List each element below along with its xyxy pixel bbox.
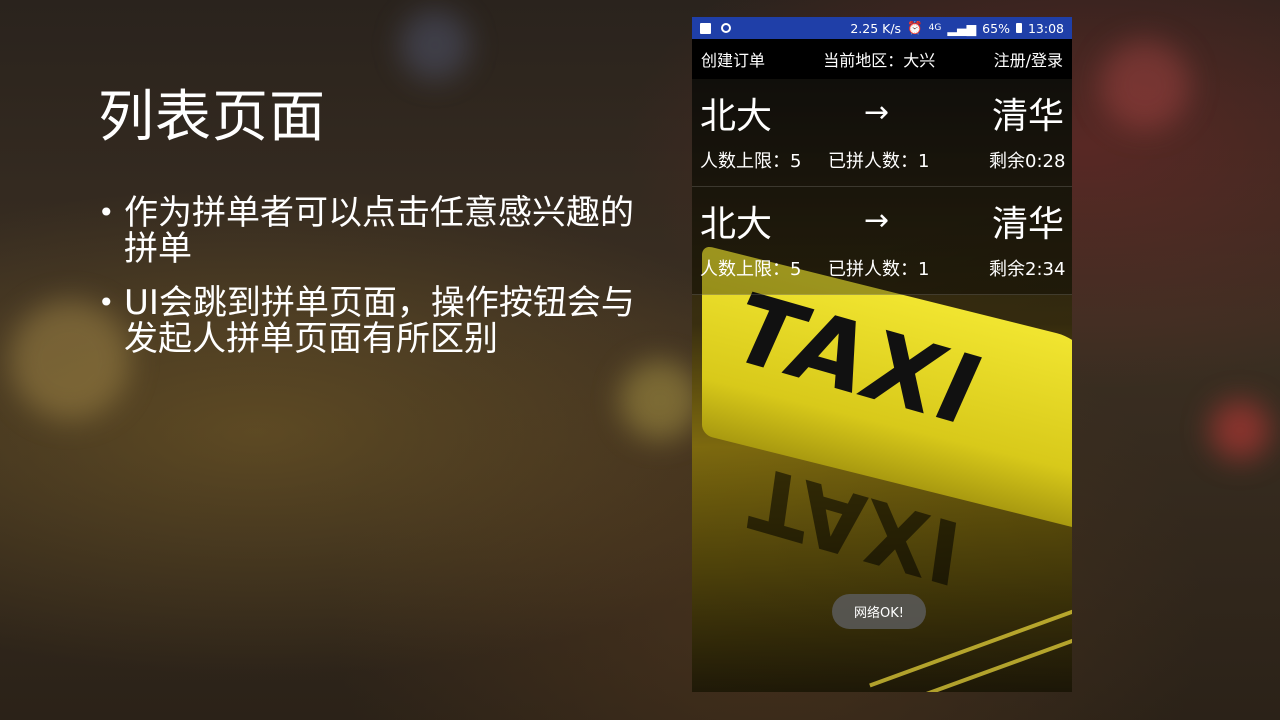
bullet-dot-icon: • [98, 286, 115, 319]
bullet-item: • 作为拼单者可以点击任意感兴趣的拼单 [98, 195, 658, 267]
arrow-right-icon: → [864, 203, 890, 238]
bullet-text: 作为拼单者可以点击任意感兴趣的拼单 [124, 193, 634, 269]
phone-screenshot: 2.25 K/s ⏰ 4G ▂▄▆ 65% 13:08 创建订单 当前地区：大兴… [692, 17, 1072, 692]
app-bar: 创建订单 当前地区：大兴 注册/登录 [692, 39, 1072, 79]
login-button[interactable]: 注册/登录 [994, 47, 1063, 71]
order-item[interactable]: 北大 → 清华 人数上限：5 已拼人数：1 剩余2:34 [692, 187, 1072, 295]
circle-notification-icon [721, 23, 731, 33]
order-item[interactable]: 北大 → 清华 人数上限：5 已拼人数：1 剩余0:28 [692, 79, 1072, 187]
signal-icon: ▂▄▆ [947, 20, 977, 36]
battery-percent: 65% [982, 20, 1010, 36]
divider [692, 294, 1072, 295]
clock: 13:08 [1027, 20, 1064, 36]
network-speed: 2.25 K/s [850, 20, 902, 36]
image-notification-icon [700, 22, 711, 34]
road-marking [820, 627, 1072, 692]
order-remaining-time: 剩余0:28 [989, 151, 1066, 172]
bullet-text: UI会跳到拼单页面，操作按钮会与发起人拼单页面有所区别 [124, 283, 635, 359]
bullet-dot-icon: • [98, 196, 115, 229]
signal-label: 4G [928, 23, 942, 33]
order-destination: 清华 [991, 204, 1064, 245]
order-capacity: 人数上限：5 [700, 259, 802, 280]
order-origin: 北大 [700, 96, 773, 137]
current-region[interactable]: 当前地区：大兴 [823, 47, 935, 71]
bullet-item: • UI会跳到拼单页面，操作按钮会与发起人拼单页面有所区别 [98, 285, 658, 357]
order-capacity: 人数上限：5 [700, 151, 802, 172]
arrow-right-icon: → [864, 95, 890, 130]
order-origin: 北大 [700, 204, 773, 245]
slide-title: 列表页面 [98, 85, 326, 150]
bullet-list: • 作为拼单者可以点击任意感兴趣的拼单 • UI会跳到拼单页面，操作按钮会与发起… [98, 195, 658, 375]
background-light [1100, 40, 1190, 130]
create-order-button[interactable]: 创建订单 [701, 47, 765, 71]
toast-message: 网络OK! [832, 594, 926, 629]
order-remaining-time: 剩余2:34 [989, 259, 1066, 280]
order-joined: 已拼人数：1 [828, 259, 930, 280]
background-light [1210, 400, 1270, 460]
order-list: TAXI TAXI 北大 → 清华 人数上限：5 已拼人数：1 剩余0:28 北… [692, 79, 1072, 692]
order-destination: 清华 [991, 96, 1064, 137]
alarm-icon: ⏰ [907, 20, 923, 35]
status-bar: 2.25 K/s ⏰ 4G ▂▄▆ 65% 13:08 [692, 17, 1072, 39]
background-light [400, 10, 470, 80]
order-joined: 已拼人数：1 [828, 151, 930, 172]
battery-icon [1015, 23, 1022, 33]
